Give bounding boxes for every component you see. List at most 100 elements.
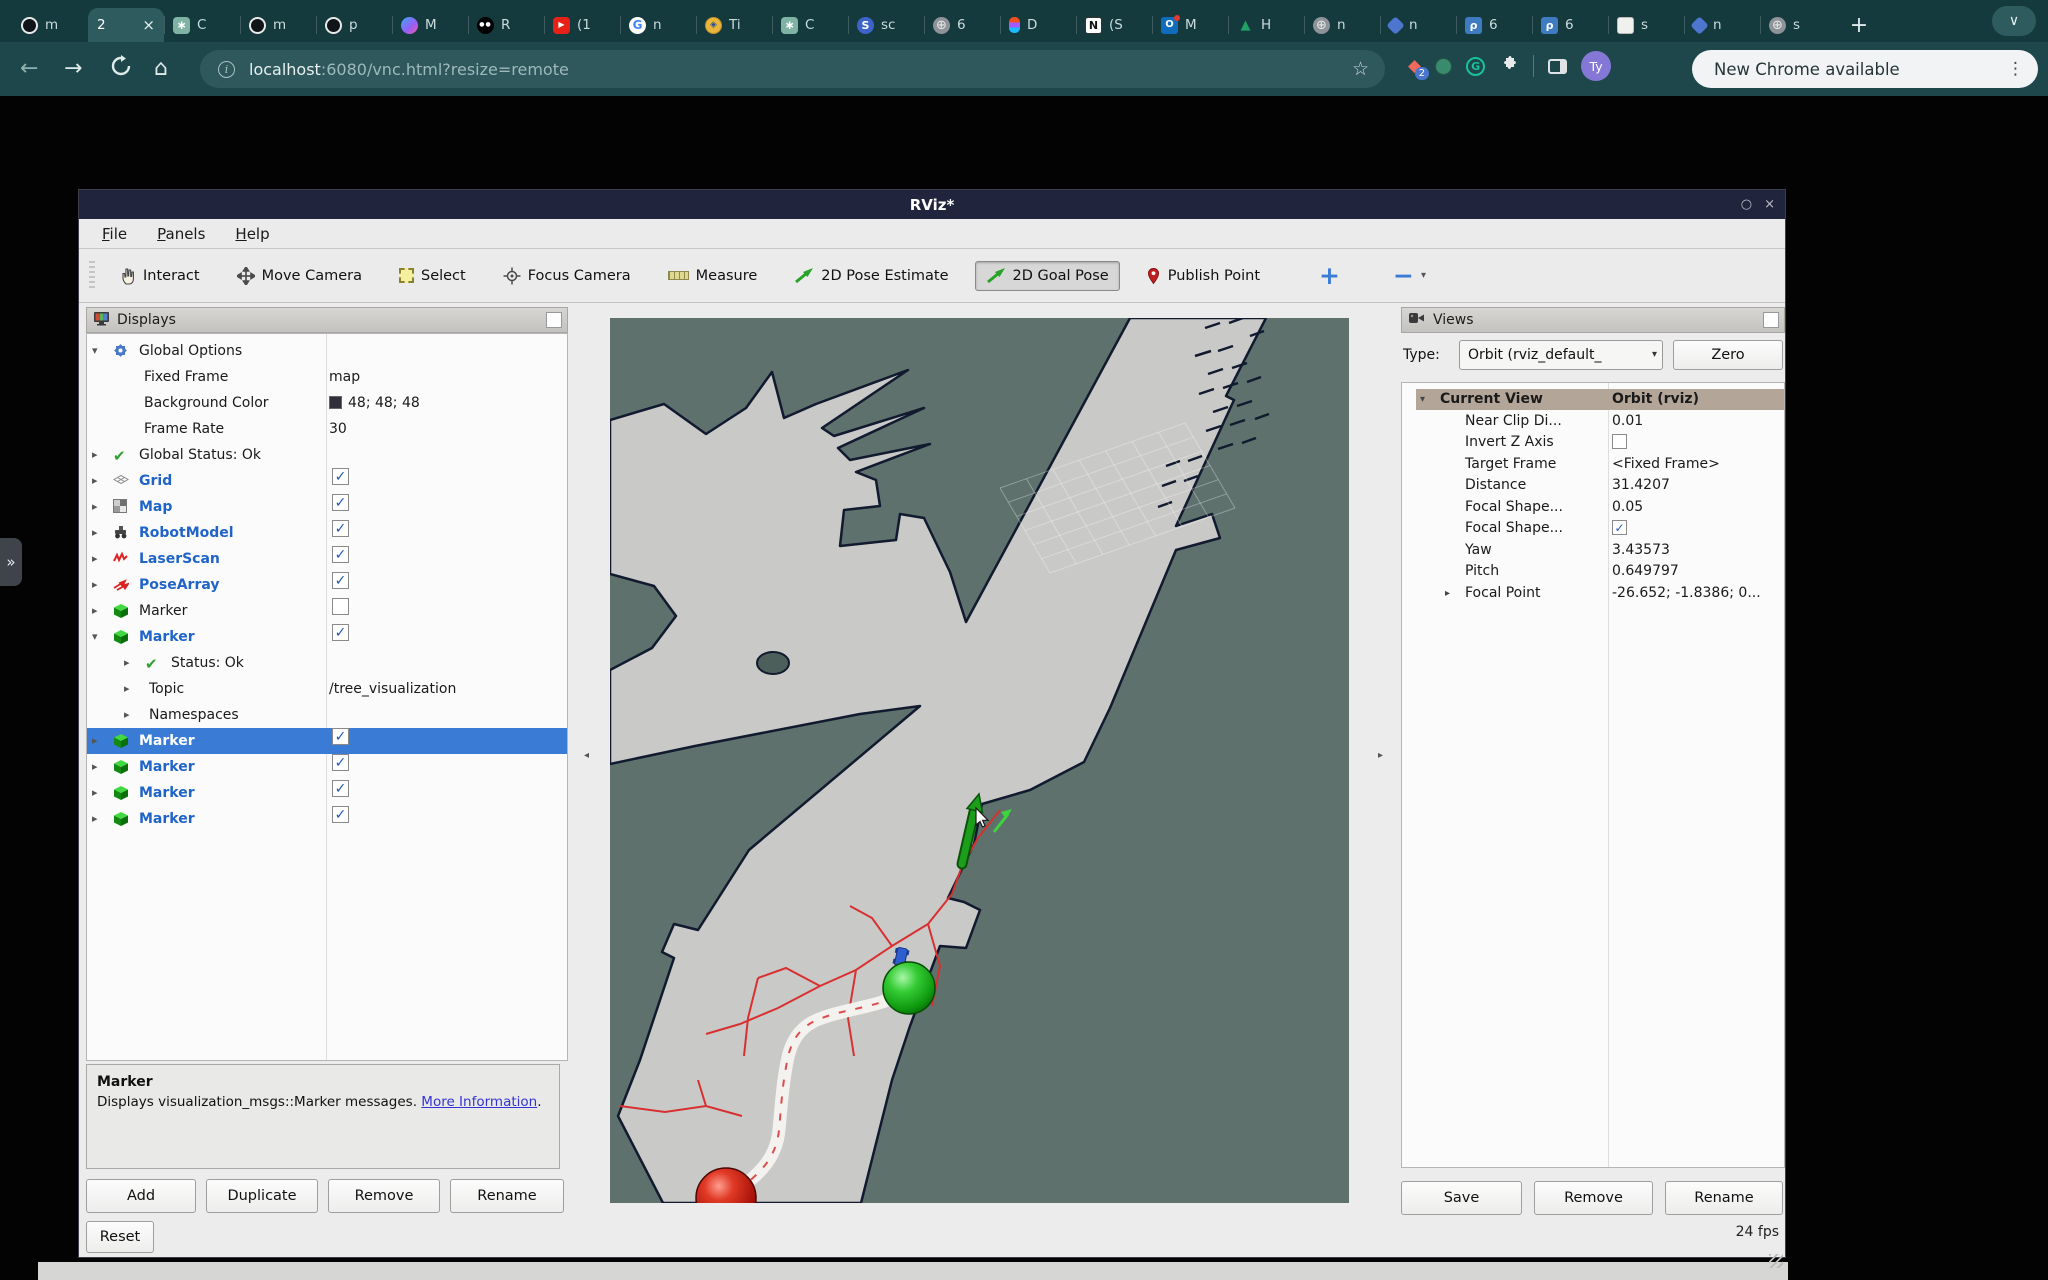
expander-closed-icon[interactable]: ▸ bbox=[92, 754, 98, 780]
menu-panels[interactable]: Panels bbox=[142, 225, 220, 243]
novnc-control-handle[interactable]: » bbox=[0, 538, 22, 586]
view-property-near-clip-di-[interactable]: Near Clip Di...0.01 bbox=[1402, 411, 1784, 432]
3d-viewport[interactable] bbox=[610, 318, 1349, 1203]
display-row-global-status-ok[interactable]: ▸✔Global Status: Ok bbox=[87, 442, 567, 468]
view-property-invert-z-axis[interactable]: Invert Z Axis bbox=[1402, 432, 1784, 453]
expander-open-icon[interactable]: ▾ bbox=[1420, 389, 1425, 410]
toolbar-handle[interactable] bbox=[89, 261, 95, 291]
view-property-current-view[interactable]: ▾Current ViewOrbit (rviz) bbox=[1402, 389, 1784, 410]
display-row-map[interactable]: ▸Map✓ bbox=[87, 494, 567, 520]
new-tab-button[interactable]: + bbox=[1842, 8, 1876, 42]
row-value[interactable]: map bbox=[329, 364, 360, 390]
home-button[interactable]: ⌂ bbox=[154, 53, 168, 85]
visibility-checkbox[interactable]: ✓ bbox=[332, 572, 349, 589]
display-row-marker[interactable]: ▸Marker bbox=[87, 598, 567, 624]
view-property-pitch[interactable]: Pitch0.649797 bbox=[1402, 561, 1784, 582]
tool-move-camera[interactable]: Move Camera bbox=[226, 260, 373, 292]
views-panel-header[interactable]: Views bbox=[1401, 307, 1785, 333]
browser-tab[interactable]: ⊕s bbox=[1760, 8, 1836, 42]
expander-closed-icon[interactable]: ▸ bbox=[92, 494, 98, 520]
view-type-dropdown[interactable]: Orbit (rviz_default_ ▾ bbox=[1459, 340, 1663, 370]
expander-open-icon[interactable]: ▾ bbox=[92, 338, 98, 364]
tool-interact[interactable]: Interact bbox=[109, 260, 211, 292]
row-value[interactable]: 0.649797 bbox=[1612, 561, 1679, 582]
extension-pin-icon[interactable]: ◆ 2 bbox=[1408, 56, 1421, 76]
browser-tab[interactable]: ▲H bbox=[1228, 8, 1304, 42]
reload-button[interactable] bbox=[110, 55, 132, 87]
browser-tab[interactable]: ●●R bbox=[468, 8, 544, 42]
display-row-marker[interactable]: ▸Marker✓ bbox=[87, 728, 567, 754]
site-info-icon[interactable]: i bbox=[218, 61, 235, 78]
browser-tab[interactable]: n bbox=[1380, 8, 1456, 42]
browser-tab[interactable]: 2× bbox=[88, 8, 164, 42]
browser-tab[interactable]: m bbox=[240, 8, 316, 42]
display-row-marker[interactable]: ▸Marker✓ bbox=[87, 754, 567, 780]
row-value[interactable]: 0.05 bbox=[1612, 497, 1643, 518]
tool-+[interactable]: + bbox=[1314, 260, 1345, 291]
row-value[interactable]: /tree_visualization bbox=[329, 676, 456, 702]
save-button[interactable]: Save bbox=[1401, 1181, 1522, 1215]
view-property-distance[interactable]: Distance31.4207 bbox=[1402, 475, 1784, 496]
browser-tab[interactable]: ρ6 bbox=[1456, 8, 1532, 42]
collapse-right-icon[interactable]: ▸ bbox=[1378, 750, 1383, 761]
reset-button[interactable]: Reset bbox=[86, 1221, 154, 1253]
browser-tab[interactable]: ⊕n bbox=[1304, 8, 1380, 42]
resize-grip[interactable] bbox=[1769, 1254, 1783, 1268]
browser-tab[interactable]: N(S bbox=[1076, 8, 1152, 42]
expander-open-icon[interactable]: ▾ bbox=[92, 624, 98, 650]
collapse-left-icon[interactable]: ◂ bbox=[584, 750, 589, 761]
display-row-status-ok[interactable]: ▸✔Status: Ok bbox=[87, 650, 567, 676]
expander-closed-icon[interactable]: ▸ bbox=[92, 598, 98, 624]
tool-−[interactable]: −▾ bbox=[1388, 260, 1431, 291]
browser-tab[interactable]: ◈Ti bbox=[696, 8, 772, 42]
visibility-checkbox[interactable]: ✓ bbox=[332, 468, 349, 485]
browser-tab[interactable]: ∗C bbox=[164, 8, 240, 42]
row-value[interactable]: 30 bbox=[329, 416, 347, 442]
browser-tab[interactable]: D bbox=[1000, 8, 1076, 42]
browser-tab[interactable]: OM bbox=[1152, 8, 1228, 42]
property-checkbox[interactable]: ✓ bbox=[1612, 520, 1627, 535]
expander-closed-icon[interactable]: ▸ bbox=[92, 806, 98, 832]
remove-button[interactable]: Remove bbox=[1534, 1181, 1653, 1215]
browser-tab[interactable]: s bbox=[1608, 8, 1684, 42]
menu-help[interactable]: Help bbox=[220, 225, 284, 243]
panel-float-button[interactable] bbox=[1763, 312, 1779, 328]
visibility-checkbox[interactable]: ✓ bbox=[332, 806, 349, 823]
chrome-update-button[interactable]: New Chrome available ⋮ bbox=[1692, 50, 2038, 88]
forward-button[interactable]: → bbox=[64, 53, 82, 85]
expander-closed-icon[interactable]: ▸ bbox=[92, 780, 98, 806]
display-row-marker[interactable]: ▸Marker✓ bbox=[87, 806, 567, 832]
tool-publish-point[interactable]: Publish Point bbox=[1135, 260, 1271, 292]
display-row-marker[interactable]: ▾Marker✓ bbox=[87, 624, 567, 650]
expander-closed-icon[interactable]: ▸ bbox=[92, 546, 98, 572]
window-titlebar[interactable]: RViz* ○ × bbox=[79, 190, 1785, 219]
panel-float-button[interactable] bbox=[546, 312, 562, 328]
browser-tab[interactable]: n bbox=[1684, 8, 1760, 42]
zero-button[interactable]: Zero bbox=[1673, 340, 1783, 370]
displays-panel-header[interactable]: Displays bbox=[86, 307, 568, 333]
tool-measure[interactable]: Measure bbox=[657, 261, 769, 291]
display-row-background-color[interactable]: Background Color48; 48; 48 bbox=[87, 390, 567, 416]
close-button[interactable]: × bbox=[1764, 197, 1775, 212]
visibility-checkbox[interactable]: ✓ bbox=[332, 624, 349, 641]
rename-button[interactable]: Rename bbox=[450, 1179, 564, 1213]
property-checkbox[interactable] bbox=[1612, 434, 1627, 449]
expander-closed-icon[interactable]: ▸ bbox=[92, 442, 98, 468]
row-value[interactable]: 48; 48; 48 bbox=[329, 390, 420, 416]
more-information-link[interactable]: More Information bbox=[421, 1094, 537, 1110]
back-button[interactable]: ← bbox=[20, 53, 38, 85]
browser-tab[interactable]: m bbox=[12, 8, 88, 42]
display-row-grid[interactable]: ▸Grid✓ bbox=[87, 468, 567, 494]
browser-tab[interactable]: Gn bbox=[620, 8, 696, 42]
maximize-button[interactable]: ○ bbox=[1741, 197, 1752, 212]
display-row-frame-rate[interactable]: Frame Rate30 bbox=[87, 416, 567, 442]
rename-button[interactable]: Rename bbox=[1665, 1181, 1783, 1215]
row-value[interactable]: 31.4207 bbox=[1612, 475, 1670, 496]
display-row-namespaces[interactable]: ▸Namespaces bbox=[87, 702, 567, 728]
expander-closed-icon[interactable]: ▸ bbox=[124, 676, 130, 702]
menu-file[interactable]: File bbox=[87, 225, 142, 243]
view-property-target-frame[interactable]: Target Frame<Fixed Frame> bbox=[1402, 454, 1784, 475]
display-row-laserscan[interactable]: ▸LaserScan✓ bbox=[87, 546, 567, 572]
tool-2d-pose-estimate[interactable]: 2D Pose Estimate bbox=[783, 261, 959, 291]
view-property-focal-shape-[interactable]: Focal Shape...0.05 bbox=[1402, 497, 1784, 518]
